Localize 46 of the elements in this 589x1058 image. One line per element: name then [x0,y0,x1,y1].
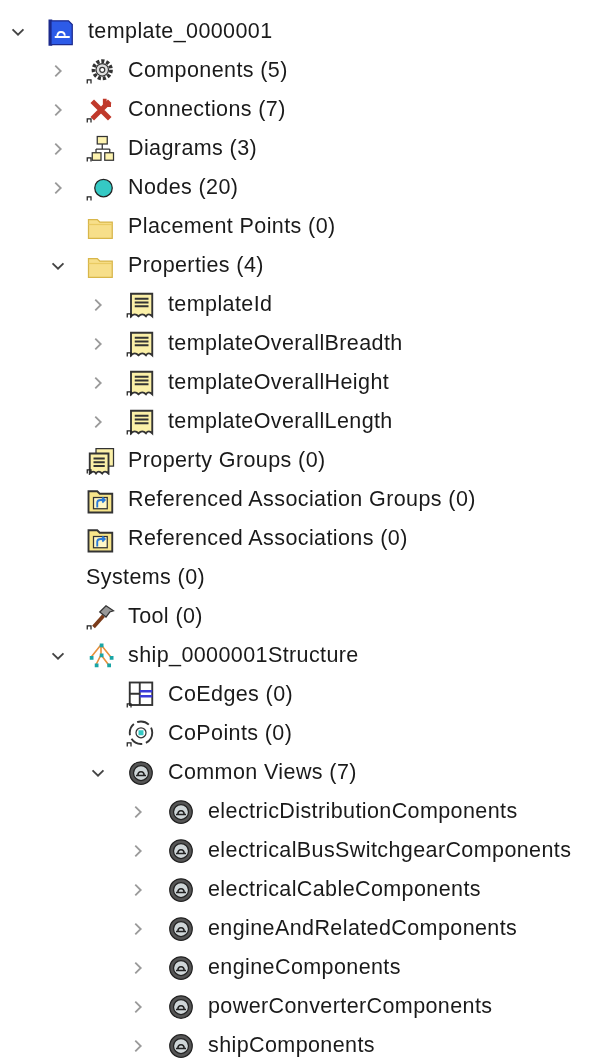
tree-item[interactable]: Connections (7) [128,97,286,122]
view-icon [166,914,196,943]
tree-item[interactable]: shipComponents [208,1033,375,1058]
tree-item[interactable]: CoEdges (0) [168,682,294,707]
tree-item[interactable]: CoPoints (0) [168,721,293,746]
tree-item[interactable]: templateOverallBreadth [168,331,403,356]
gear-icon [86,56,116,85]
tree-item[interactable]: templateOverallHeight [168,370,390,395]
tree-item[interactable]: Systems (0) [86,565,206,590]
view-icon [166,797,196,826]
property-icon [126,407,156,436]
property-icon [126,368,156,397]
document-icon [46,17,76,46]
diagram-icon [86,134,116,163]
property-icon [126,290,156,319]
tree-item[interactable]: Diagrams (3) [128,136,258,161]
tree-item[interactable]: Nodes (20) [128,175,239,200]
tree-item[interactable]: electricalBusSwitchgearComponents [208,838,572,863]
tree-item[interactable]: Placement Points (0) [128,214,336,239]
tree-item[interactable]: electricalCableComponents [208,877,481,902]
hammer-icon [86,602,116,631]
tree-item[interactable]: Referenced Association Groups (0) [128,487,476,512]
tree-item[interactable]: Property Groups (0) [128,448,326,473]
tree-item[interactable]: electricDistributionComponents [208,799,518,824]
grid-icon [126,680,156,709]
tree-item[interactable]: ship_0000001Structure [128,643,359,668]
view-icon [166,953,196,982]
view-icon [166,875,196,904]
tree-item[interactable]: template_0000001 [88,19,273,44]
point-icon [126,719,156,748]
tree-item[interactable]: templateOverallLength [168,409,393,434]
tree-item[interactable]: Properties (4) [128,253,264,278]
tree-item[interactable]: engineAndRelatedComponents [208,916,518,941]
tree-item[interactable]: Components (5) [128,58,288,83]
tree-item[interactable]: Referenced Associations (0) [128,526,408,551]
view-icon [166,836,196,865]
tree-item[interactable]: Common Views (7) [168,760,357,785]
tree-item[interactable]: templateId [168,292,273,317]
property-icon [126,329,156,358]
view-icon [166,1031,196,1058]
tree-item[interactable]: powerConverterComponents [208,994,493,1019]
tree-item[interactable]: engineComponents [208,955,401,980]
view-icon [126,758,156,787]
property-stack-icon [86,446,116,475]
view-icon [166,992,196,1021]
tree-item[interactable]: Tool (0) [128,604,203,629]
